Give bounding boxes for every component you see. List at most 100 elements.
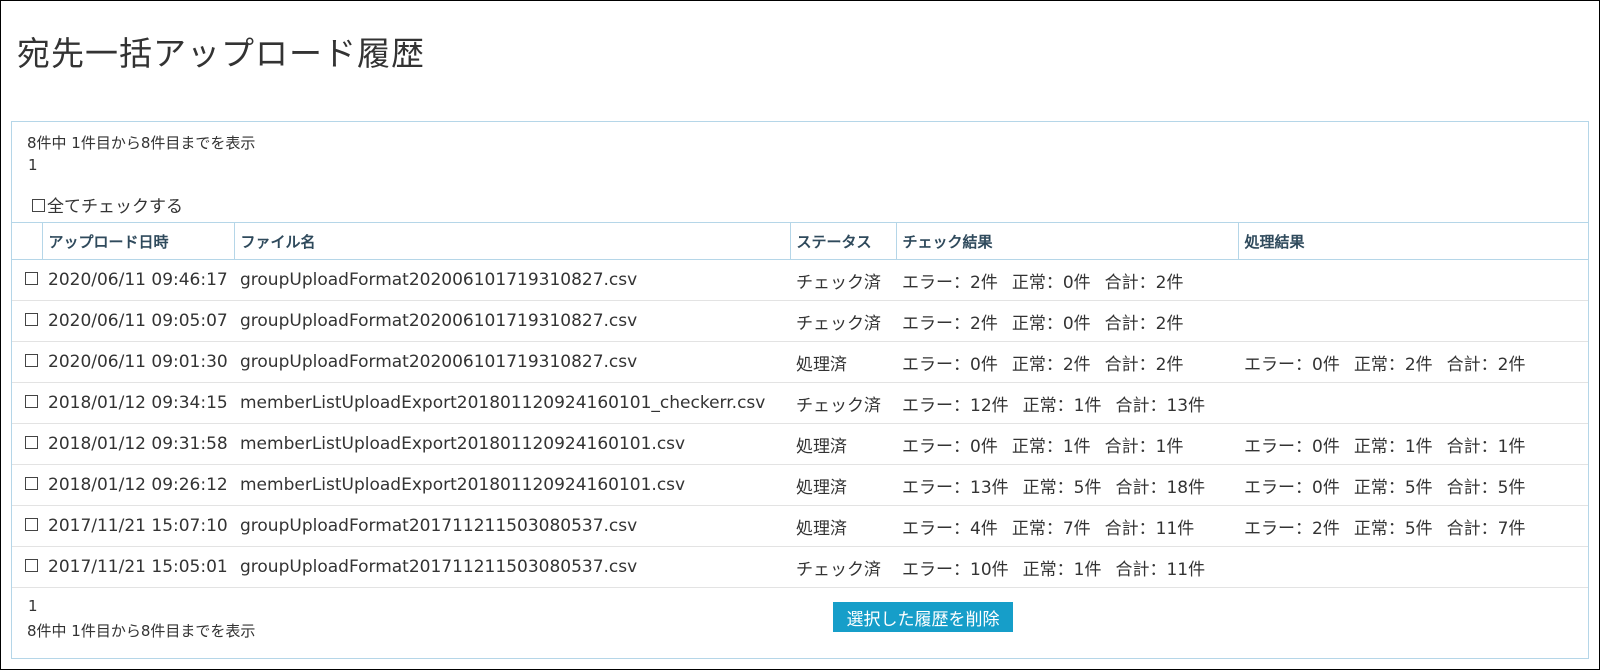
row-checkbox[interactable] <box>25 558 38 572</box>
check-total-count: 合計：13件 <box>1115 395 1206 416</box>
col-header-status: ステータス <box>789 222 896 260</box>
check-result: エラー：2件 正常：0件 合計：2件 <box>896 300 1238 342</box>
row-select-cell[interactable] <box>12 464 42 506</box>
check-error-count: エラー：10件 <box>902 559 1009 580</box>
status: チェック済 <box>790 259 896 301</box>
check-total-count: 合計：11件 <box>1104 518 1195 539</box>
row-select-cell[interactable] <box>12 546 42 588</box>
upload-history-table: アップロード日時 ファイル名 ステータス チェック結果 処理結果 2020/06… <box>12 222 1588 588</box>
process-result <box>1238 300 1588 342</box>
status: 処理済 <box>790 423 896 465</box>
process-error-count: エラー：0件 <box>1244 354 1340 375</box>
table-row: 2020/06/11 09:01:30 groupUploadFormat2020… <box>12 341 1588 383</box>
table-row: 2018/01/12 09:34:15 memberListUploadExpor… <box>12 382 1588 424</box>
row-select-cell[interactable] <box>12 505 42 547</box>
pager-top: 1 <box>28 156 38 174</box>
history-panel: 8件中 1件目から8件目までを表示 1 全てチェックする アップロード日時 ファ… <box>11 121 1589 659</box>
check-result: エラー：2件 正常：0件 合計：2件 <box>896 259 1238 301</box>
check-total-count: 合計：18件 <box>1115 477 1206 498</box>
upload-datetime: 2018/01/12 09:26:12 <box>42 464 234 506</box>
row-checkbox[interactable] <box>25 476 38 490</box>
status: 処理済 <box>790 505 896 547</box>
col-header-check-result: チェック結果 <box>895 222 1238 260</box>
upload-datetime: 2018/01/12 09:31:58 <box>42 423 234 465</box>
row-checkbox[interactable] <box>25 353 38 367</box>
check-result: エラー：10件 正常：1件 合計：11件 <box>896 546 1238 588</box>
process-error-count: エラー：2件 <box>1244 518 1340 539</box>
file-name: groupUploadFormat202006101719310827.csv <box>234 259 790 301</box>
process-error-count: エラー：0件 <box>1244 436 1340 457</box>
delete-selected-button[interactable]: 選択した履歴を削除 <box>833 602 1013 632</box>
row-select-cell[interactable] <box>12 259 42 301</box>
row-select-cell[interactable] <box>12 382 42 424</box>
check-result: エラー：13件 正常：5件 合計：18件 <box>896 464 1238 506</box>
check-total-count: 合計：2件 <box>1104 313 1184 334</box>
process-result <box>1238 259 1588 301</box>
check-error-count: エラー：13件 <box>902 477 1009 498</box>
row-checkbox[interactable] <box>25 271 38 285</box>
page-frame: 宛先一括アップロード履歴 8件中 1件目から8件目までを表示 1 全てチェックす… <box>0 0 1600 670</box>
process-result: エラー：0件 正常：5件 合計：5件 <box>1238 464 1588 506</box>
process-normal-count: 正常：1件 <box>1353 436 1433 457</box>
check-all-checkbox[interactable] <box>32 198 45 212</box>
table-row: 2020/06/11 09:46:17 groupUploadFormat2020… <box>12 259 1588 301</box>
table-row: 2017/11/21 15:05:01 groupUploadFormat2017… <box>12 546 1588 588</box>
col-header-process-result: 処理結果 <box>1237 222 1588 260</box>
row-select-cell[interactable] <box>12 341 42 383</box>
col-header-select <box>12 222 42 260</box>
file-name: groupUploadFormat201711211503080537.csv <box>234 505 790 547</box>
col-header-datetime: アップロード日時 <box>41 222 234 260</box>
process-result <box>1238 382 1588 424</box>
row-checkbox[interactable] <box>25 517 38 531</box>
process-normal-count: 正常：5件 <box>1353 477 1433 498</box>
check-all-toggle[interactable]: 全てチェックする <box>32 192 183 217</box>
process-result: エラー：0件 正常：1件 合計：1件 <box>1238 423 1588 465</box>
record-summary-top: 8件中 1件目から8件目までを表示 <box>27 134 256 152</box>
status: チェック済 <box>790 300 896 342</box>
check-normal-count: 正常：5件 <box>1022 477 1102 498</box>
file-name: groupUploadFormat202006101719310827.csv <box>234 341 790 383</box>
process-total-count: 合計：1件 <box>1446 436 1526 457</box>
process-result: エラー：2件 正常：5件 合計：7件 <box>1238 505 1588 547</box>
upload-datetime: 2020/06/11 09:05:07 <box>42 300 234 342</box>
check-error-count: エラー：2件 <box>902 313 998 334</box>
process-result: エラー：0件 正常：2件 合計：2件 <box>1238 341 1588 383</box>
check-result: エラー：4件 正常：7件 合計：11件 <box>896 505 1238 547</box>
row-checkbox[interactable] <box>25 435 38 449</box>
col-header-filename: ファイル名 <box>233 222 790 260</box>
table-row: 2018/01/12 09:26:12 memberListUploadExpor… <box>12 464 1588 506</box>
process-result <box>1238 546 1588 588</box>
check-result: エラー：0件 正常：1件 合計：1件 <box>896 423 1238 465</box>
check-all-label: 全てチェックする <box>47 197 183 217</box>
check-total-count: 合計：1件 <box>1104 436 1184 457</box>
process-error-count: エラー：0件 <box>1244 477 1340 498</box>
row-select-cell[interactable] <box>12 300 42 342</box>
table-row: 2017/11/21 15:07:10 groupUploadFormat2017… <box>12 505 1588 547</box>
file-name: memberListUploadExport201801120924160101… <box>234 464 790 506</box>
table-header-row: アップロード日時 ファイル名 ステータス チェック結果 処理結果 <box>12 222 1588 260</box>
upload-datetime: 2017/11/21 15:07:10 <box>42 505 234 547</box>
check-total-count: 合計：2件 <box>1104 272 1184 293</box>
table-row: 2020/06/11 09:05:07 groupUploadFormat2020… <box>12 300 1588 342</box>
row-select-cell[interactable] <box>12 423 42 465</box>
check-error-count: エラー：4件 <box>902 518 998 539</box>
check-total-count: 合計：11件 <box>1115 559 1206 580</box>
check-result: エラー：0件 正常：2件 合計：2件 <box>896 341 1238 383</box>
process-normal-count: 正常：2件 <box>1353 354 1433 375</box>
row-checkbox[interactable] <box>25 312 38 326</box>
status: 処理済 <box>790 464 896 506</box>
check-normal-count: 正常：1件 <box>1022 559 1102 580</box>
status: チェック済 <box>790 382 896 424</box>
check-error-count: エラー：12件 <box>902 395 1009 416</box>
process-total-count: 合計：2件 <box>1446 354 1526 375</box>
check-normal-count: 正常：2件 <box>1011 354 1091 375</box>
file-name: groupUploadFormat202006101719310827.csv <box>234 300 790 342</box>
check-normal-count: 正常：1件 <box>1011 436 1091 457</box>
row-checkbox[interactable] <box>25 394 38 408</box>
upload-datetime: 2017/11/21 15:05:01 <box>42 546 234 588</box>
file-name: memberListUploadExport201801120924160101… <box>234 382 790 424</box>
page-link-1[interactable]: 1 <box>28 156 38 174</box>
check-normal-count: 正常：0件 <box>1011 272 1091 293</box>
page-link-1-bottom[interactable]: 1 <box>28 597 38 615</box>
upload-datetime: 2018/01/12 09:34:15 <box>42 382 234 424</box>
